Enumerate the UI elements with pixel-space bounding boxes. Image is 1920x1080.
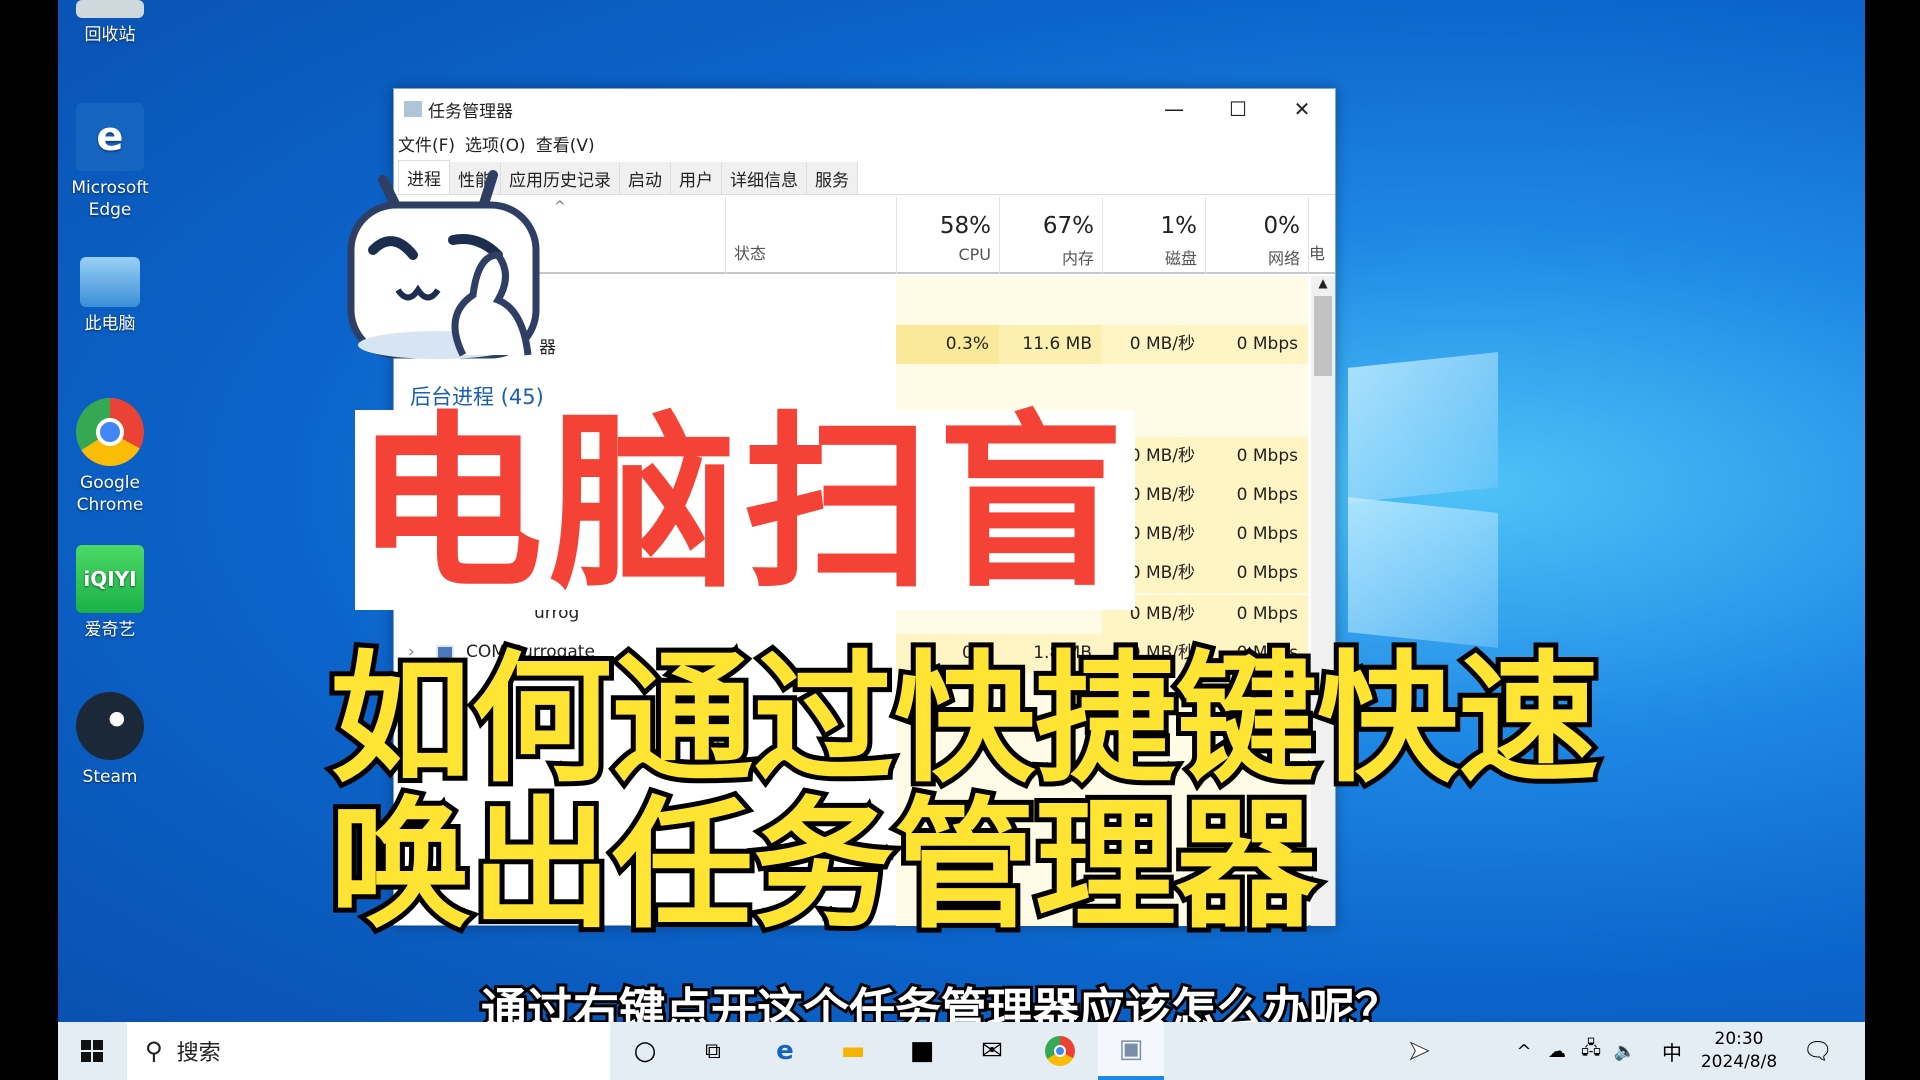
column-network[interactable]: 0% 网络	[1205, 197, 1308, 274]
memory-percent: 67%	[1042, 213, 1094, 239]
icon-label: Google Chrome	[76, 473, 144, 515]
windows-icon	[81, 1040, 103, 1062]
input-method-indicator[interactable]: 中	[1657, 1022, 1687, 1080]
file-explorer-icon[interactable]: ▬	[825, 1022, 881, 1080]
column-label: 电	[1309, 244, 1326, 263]
overlay-headline-line2: 唤出任务管理器	[325, 784, 1322, 948]
tab-details[interactable]: 详细信息	[722, 162, 807, 194]
icon-label: Steam	[82, 767, 138, 787]
overlay-headline-line1: 如何通过快捷键快速	[325, 638, 1604, 802]
desktop-icon-edge[interactable]: e Microsoft Edge	[55, 103, 165, 221]
maximize-button[interactable]: ☐	[1206, 89, 1270, 129]
start-button[interactable]	[64, 1022, 120, 1080]
scroll-up-icon[interactable]: ▲	[1311, 276, 1335, 290]
desktop-icon-chrome[interactable]: Google Chrome	[55, 398, 165, 516]
search-icon: ⚲	[145, 1037, 163, 1065]
column-disk[interactable]: 1% 磁盘	[1102, 197, 1205, 274]
taskbar: ⚲ 搜索 ○ ⧉ e ▬ ■ ✉ ▣ ➤ ^ ☁ 🖧 🔈 中 20:30 2024/…	[58, 1022, 1865, 1080]
column-label: 网络	[1267, 249, 1300, 268]
memory-value: 11.6 MB	[999, 325, 1102, 364]
column-label: 磁盘	[1164, 249, 1197, 268]
minimize-button[interactable]: —	[1142, 89, 1206, 129]
search-box[interactable]: ⚲ 搜索	[127, 1022, 610, 1080]
mail-icon[interactable]: ✉	[964, 1022, 1020, 1080]
column-label: 状态	[734, 244, 767, 263]
chrome-icon	[76, 398, 144, 466]
network-value: 0 Mbps	[1205, 595, 1308, 634]
network-icon[interactable]: 🖧	[1576, 1022, 1606, 1080]
cpu-value: 0.3%	[896, 325, 999, 364]
icon-label: 回收站	[84, 25, 136, 45]
task-manager-taskbar-icon[interactable]: ▣	[1098, 1022, 1164, 1080]
desktop-icon-recycle-bin[interactable]: 回收站	[55, 0, 165, 46]
mouse-cursor-icon: ➤	[1408, 1036, 1431, 1067]
icon-label: 此电脑	[84, 314, 136, 334]
tab-startup[interactable]: 启动	[620, 162, 671, 194]
column-memory[interactable]: 67% 内存	[999, 197, 1102, 274]
windows-logo-wallpaper-lower	[1348, 497, 1498, 648]
column-status[interactable]: 状态	[725, 197, 896, 274]
window-title: 任务管理器	[428, 101, 513, 122]
disk-percent: 1%	[1160, 213, 1198, 239]
icon-label: Microsoft Edge	[71, 178, 149, 220]
network-value: 0 Mbps	[1205, 437, 1308, 476]
edge-icon: e	[76, 103, 144, 171]
menu-view[interactable]: 查看(V)	[536, 131, 595, 156]
desktop-icon-iqiyi[interactable]: iQIYI 爱奇艺	[55, 545, 165, 641]
network-value: 0 Mbps	[1205, 554, 1308, 593]
clock-time: 20:30	[1714, 1029, 1764, 1049]
scrollbar-thumb[interactable]	[1314, 296, 1332, 376]
disk-value: 0 MB/秒	[1102, 325, 1205, 364]
desktop-icon-this-pc[interactable]: 此电脑	[55, 257, 165, 335]
icon-label: 爱奇艺	[84, 620, 136, 640]
onedrive-icon[interactable]: ☁	[1542, 1022, 1572, 1080]
close-button[interactable]: ✕	[1270, 89, 1334, 129]
chrome-taskbar-icon[interactable]	[1032, 1022, 1088, 1080]
overlay-title: 电脑扫盲	[355, 395, 1131, 614]
iqiyi-icon: iQIYI	[76, 545, 144, 613]
column-cpu[interactable]: 58% CPU	[896, 197, 999, 274]
menu-options[interactable]: 选项(O)	[465, 131, 526, 156]
search-placeholder: 搜索	[176, 1041, 221, 1066]
edge-taskbar-icon[interactable]: e	[757, 1022, 813, 1080]
action-center-icon[interactable]: 🗨	[1790, 1022, 1846, 1080]
recycle-bin-icon	[76, 0, 144, 18]
cpu-percent: 58%	[939, 213, 991, 239]
desktop-icon-steam[interactable]: Steam	[55, 692, 165, 788]
show-hidden-icons[interactable]: ^	[1509, 1022, 1539, 1080]
windows-logo-wallpaper	[1348, 352, 1498, 503]
menu-file[interactable]: 文件(F)	[398, 131, 455, 156]
column-label: 内存	[1061, 249, 1094, 268]
network-value: 0 Mbps	[1205, 515, 1308, 554]
computer-icon	[80, 257, 140, 307]
steam-icon	[76, 692, 144, 760]
sort-arrow-icon[interactable]: ^	[554, 199, 566, 215]
column-power[interactable]: 电	[1308, 197, 1328, 274]
store-icon[interactable]: ■	[894, 1022, 950, 1080]
column-label: CPU	[958, 245, 991, 264]
tab-services[interactable]: 服务	[807, 162, 858, 194]
task-manager-icon	[404, 101, 422, 117]
cortana-button[interactable]: ○	[617, 1022, 673, 1080]
tab-users[interactable]: 用户	[671, 162, 722, 194]
network-value: 0 Mbps	[1205, 476, 1308, 515]
network-value: 0 Mbps	[1205, 325, 1308, 364]
menu-bar: 文件(F) 选项(O) 查看(V)	[398, 131, 595, 156]
network-percent: 0%	[1263, 213, 1301, 239]
mascot-thumbs-up-image	[343, 165, 551, 370]
volume-icon[interactable]: 🔈	[1610, 1022, 1640, 1080]
task-view-button[interactable]: ⧉	[685, 1022, 741, 1080]
clock-date: 2024/8/8	[1700, 1052, 1778, 1072]
clock[interactable]: 20:30 2024/8/8	[1694, 1028, 1784, 1074]
